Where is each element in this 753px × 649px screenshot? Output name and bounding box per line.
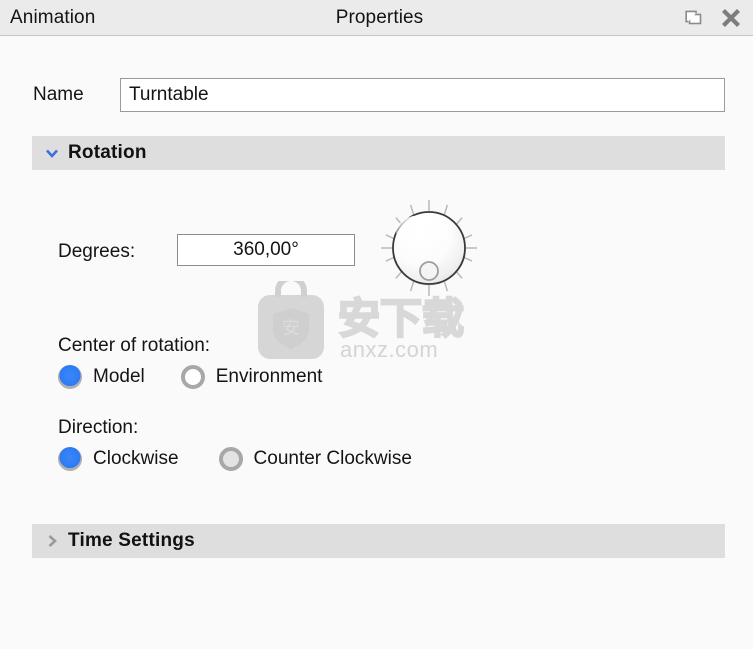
close-icon (722, 9, 740, 27)
titlebar-actions (679, 4, 745, 32)
undock-icon (685, 10, 702, 25)
section-title-rotation: Rotation (68, 142, 147, 163)
name-label: Name (33, 84, 84, 105)
degrees-input[interactable] (177, 234, 355, 266)
radio-label-model: Model (93, 366, 145, 387)
watermark-domain-text: anxz.com (340, 337, 438, 362)
radio-label-environment: Environment (215, 366, 323, 387)
direction-label: Direction: (58, 417, 139, 438)
watermark-cn-text: 安下载 (338, 294, 464, 343)
radio-center-environment[interactable]: Environment (180, 365, 323, 389)
radio-unselected-icon (218, 447, 243, 471)
section-header-time-settings[interactable]: Time Settings (32, 524, 725, 558)
rotation-dial[interactable] (377, 196, 481, 300)
radio-direction-counter-clockwise[interactable]: Counter Clockwise (218, 447, 412, 471)
degrees-label: Degrees: (58, 241, 136, 262)
chevron-down-icon (42, 145, 62, 161)
direction-radio-group: Clockwise Counter Clockwise (58, 447, 412, 471)
radio-label-counter-clockwise: Counter Clockwise (253, 448, 412, 469)
close-button[interactable] (717, 4, 745, 32)
radio-label-clockwise: Clockwise (93, 448, 179, 469)
section-header-rotation[interactable]: Rotation (32, 136, 725, 170)
undock-button[interactable] (679, 4, 707, 32)
rotation-dial-icon (381, 200, 477, 296)
center-of-rotation-radio-group: Model Environment (58, 365, 322, 389)
radio-center-model[interactable]: Model (58, 365, 145, 389)
radio-unselected-icon (180, 365, 205, 389)
titlebar: Animation Properties (0, 0, 753, 36)
name-row: Name (0, 78, 753, 114)
panel-title: Properties (335, 7, 424, 28)
radio-direction-clockwise[interactable]: Clockwise (58, 447, 179, 471)
watermark-badge-char: 安 (282, 318, 300, 339)
center-of-rotation-label: Center of rotation: (58, 335, 211, 356)
chevron-right-icon (42, 533, 62, 549)
radio-selected-icon (58, 447, 82, 471)
radio-selected-icon (58, 365, 82, 389)
section-title-time-settings: Time Settings (68, 530, 195, 551)
name-input[interactable] (120, 78, 725, 112)
